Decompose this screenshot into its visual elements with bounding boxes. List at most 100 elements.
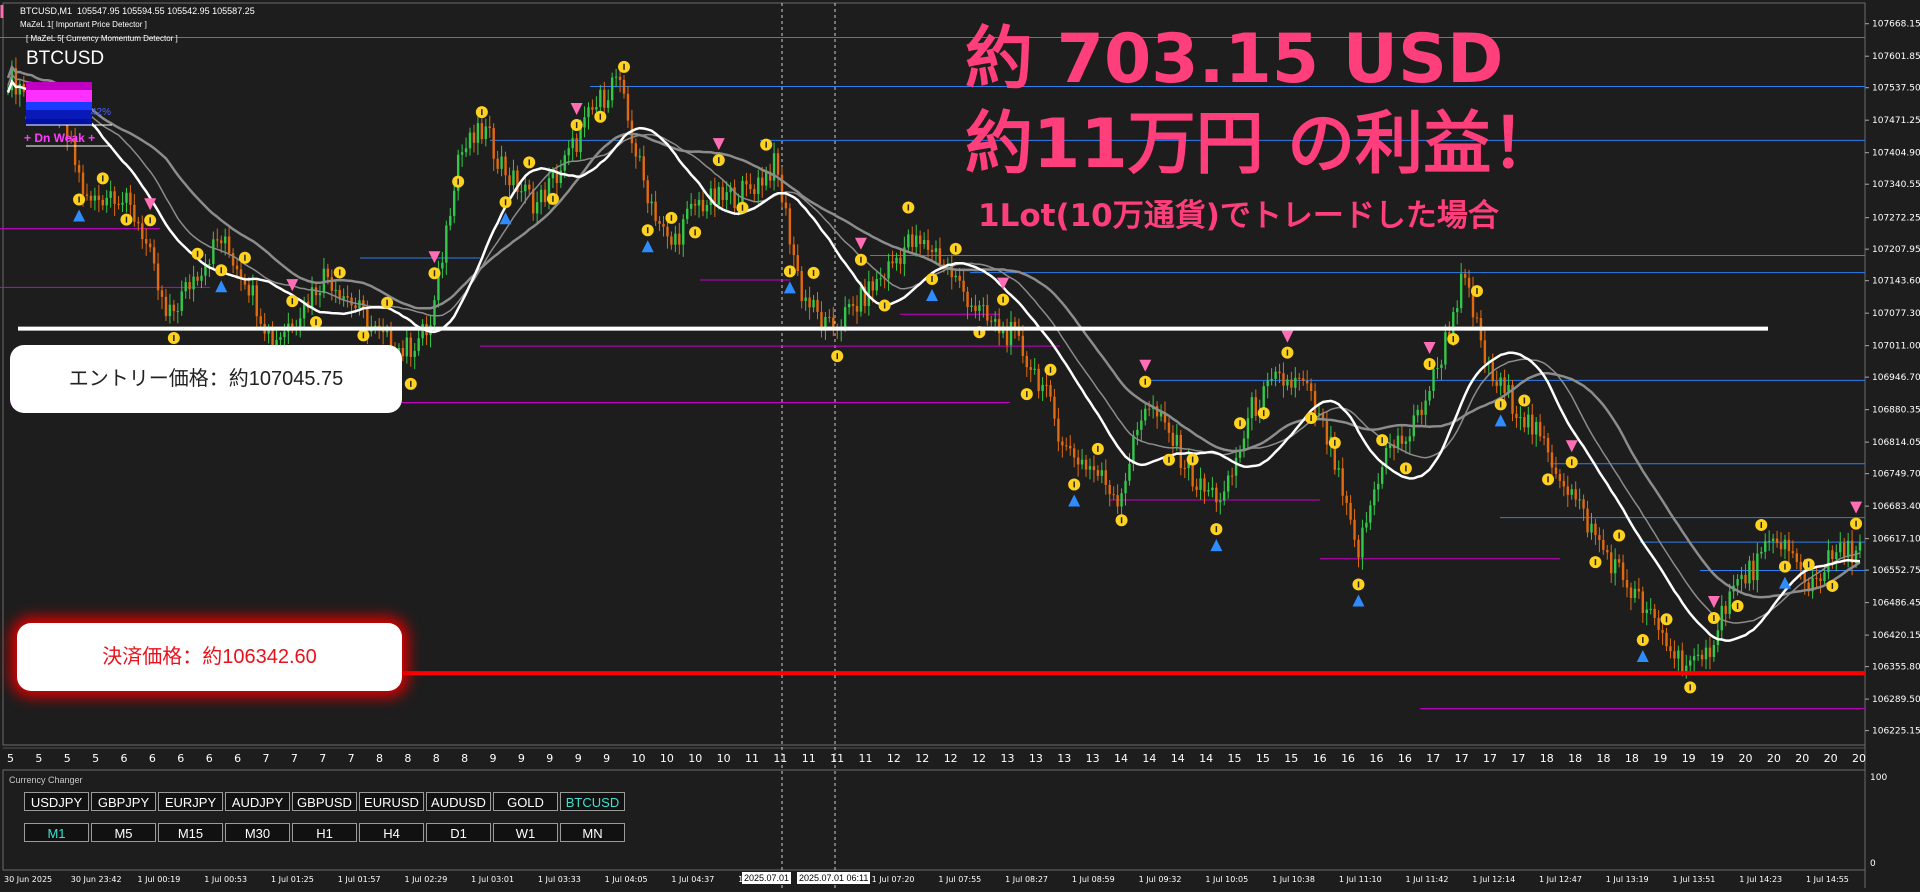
time-tick-label: 1 Jul 03:33	[538, 875, 581, 884]
day-tick-label: 20	[1795, 752, 1809, 765]
currency-button-audjpy[interactable]: AUDJPY	[225, 792, 290, 811]
time-tick-label: 1 Jul 01:25	[271, 875, 314, 884]
day-tick-label: 5	[64, 752, 71, 765]
day-tick-label: 9	[546, 752, 553, 765]
price-tick-label: 107471.25	[1872, 116, 1920, 126]
subwindow-axis-top: 100	[1870, 773, 1887, 783]
day-tick-label: 20	[1852, 752, 1866, 765]
day-tick-label: 15	[1228, 752, 1242, 765]
time-tick-label: 1 Jul 07:55	[938, 875, 981, 884]
timeframe-button-d1[interactable]: D1	[426, 823, 491, 842]
time-tick-label: 1 Jul 09:32	[1139, 875, 1182, 884]
day-tick-label: 20	[1738, 752, 1752, 765]
currency-button-usdjpy[interactable]: USDJPY	[24, 792, 89, 811]
time-tick-label: 1 Jul 10:38	[1272, 875, 1315, 884]
day-tick-label: 10	[660, 752, 674, 765]
timeframe-button-mn[interactable]: MN	[560, 823, 625, 842]
time-tick-label: 1 Jul 10:05	[1205, 875, 1248, 884]
profit-jpy-text: 約11万円 の利益！	[965, 105, 1560, 184]
day-tick-label: 10	[717, 752, 731, 765]
day-tick-label: 8	[404, 752, 411, 765]
price-tick-label: 107207.95	[1872, 245, 1920, 255]
currency-button-gbpusd[interactable]: GBPUSD	[292, 792, 357, 811]
day-tick-label: 14	[1114, 752, 1128, 765]
time-tick-label: 30 Jun 2025	[4, 875, 52, 884]
day-tick-label: 11	[745, 752, 759, 765]
price-tick-label: 107077.30	[1872, 309, 1920, 319]
time-tick-label: 1 Jul 11:42	[1406, 875, 1449, 884]
profit-usd-text: 約 703.15 USD	[965, 20, 1504, 99]
meter-percent: 42%	[91, 107, 112, 118]
price-tick-label: 107404.90	[1872, 149, 1920, 159]
day-tick-label: 18	[1597, 752, 1611, 765]
day-tick-label: 8	[376, 752, 383, 765]
day-tick-label: 16	[1369, 752, 1383, 765]
time-tick-label: 1 Jul 04:05	[605, 875, 648, 884]
time-tick-label: 1 Jul 13:19	[1606, 875, 1649, 884]
day-tick-label: 13	[1029, 752, 1043, 765]
price-tick-label: 106814.05	[1872, 438, 1920, 448]
day-tick-label: 14	[1199, 752, 1213, 765]
day-tick-label: 14	[1142, 752, 1156, 765]
symbol-label: BTCUSD	[26, 48, 105, 69]
timeframe-button-m15[interactable]: M15	[158, 823, 223, 842]
timeframe-button-m30[interactable]: M30	[225, 823, 290, 842]
day-tick-label: 16	[1313, 752, 1327, 765]
settle-price-callout: 決済価格：約106342.60	[17, 623, 402, 691]
timeframe-button-m1[interactable]: M1	[24, 823, 89, 842]
day-tick-label: 11	[830, 752, 844, 765]
entry-price-callout: エントリー価格：約107045.75	[10, 345, 402, 413]
time-tick-label: 1 Jul 14:55	[1806, 875, 1849, 884]
currency-button-audusd[interactable]: AUDUSD	[426, 792, 491, 811]
day-tick-label: 7	[262, 752, 269, 765]
day-tick-label: 17	[1483, 752, 1497, 765]
day-tick-label: 16	[1341, 752, 1355, 765]
day-tick-label: 9	[518, 752, 525, 765]
price-tick-label: 107537.50	[1872, 84, 1920, 94]
day-tick-label: 12	[915, 752, 929, 765]
price-tick-label: 106617.10	[1872, 535, 1920, 545]
day-tick-label: 7	[291, 752, 298, 765]
price-tick-label: 106749.70	[1872, 470, 1920, 480]
day-tick-label: 5	[7, 752, 14, 765]
timeframe-button-h4[interactable]: H4	[359, 823, 424, 842]
day-tick-label: 19	[1653, 752, 1667, 765]
timeframe-button-h1[interactable]: H1	[292, 823, 357, 842]
time-tick-label: 1 Jul 04:37	[671, 875, 714, 884]
price-tick-label: 106289.50	[1872, 695, 1920, 705]
day-tick-label: 13	[1086, 752, 1100, 765]
price-tick-label: 106225.15	[1872, 727, 1920, 737]
timeframe-button-w1[interactable]: W1	[493, 823, 558, 842]
day-tick-label: 18	[1625, 752, 1639, 765]
indicator-label-1: MaZeL 1[ Important Price Detector ]	[20, 20, 147, 29]
day-tick-label: 20	[1767, 752, 1781, 765]
currency-button-eurusd[interactable]: EURUSD	[359, 792, 424, 811]
chart-window[interactable]: 107668.15 107601.85 107537.50 107471.25 1074…	[0, 0, 1920, 892]
day-tick-label: 10	[631, 752, 645, 765]
day-tick-label: 16	[1398, 752, 1412, 765]
currency-button-btcusd[interactable]: BTCUSD	[560, 792, 625, 811]
day-tick-label: 18	[1568, 752, 1582, 765]
day-tick-label: 7	[319, 752, 326, 765]
subwindow-axis-bottom: 0	[1870, 859, 1876, 869]
time-tick-label: 1 Jul 07:20	[872, 875, 915, 884]
currency-button-gbpjpy[interactable]: GBPJPY	[91, 792, 156, 811]
timeframe-button-m5[interactable]: M5	[91, 823, 156, 842]
day-tick-label: 13	[1000, 752, 1014, 765]
time-tick-label: 30 Jun 23:42	[71, 875, 122, 884]
currency-button-gold[interactable]: GOLD	[493, 792, 558, 811]
price-tick-label: 107143.60	[1872, 277, 1920, 287]
day-tick-label: 5	[92, 752, 99, 765]
day-tick-label: 15	[1284, 752, 1298, 765]
price-tick-label: 106420.15	[1872, 631, 1920, 641]
price-tick-label: 106355.80	[1872, 663, 1920, 673]
price-tick-label: 106683.40	[1872, 502, 1920, 512]
price-tick-label: 106880.35	[1872, 406, 1920, 416]
day-tick-label: 6	[206, 752, 213, 765]
price-chart[interactable]: 107668.15107601.85107537.50107471.251074…	[0, 0, 1920, 892]
time-tick-label: 1 Jul 12:47	[1539, 875, 1582, 884]
currency-button-eurjpy[interactable]: EURJPY	[158, 792, 223, 811]
price-tick-label: 107011.00	[1872, 342, 1920, 352]
subwindow-title: Currency Changer	[9, 775, 83, 785]
time-tick-label: 1 Jul 03:01	[471, 875, 514, 884]
